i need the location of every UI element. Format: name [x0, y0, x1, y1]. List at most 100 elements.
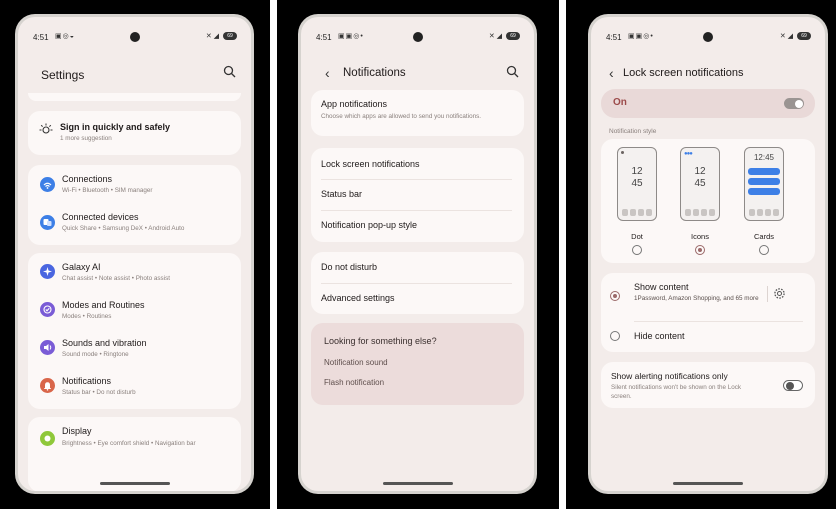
status-right-icons: ✕ ◢ 69	[206, 32, 237, 41]
back-icon[interactable]: ‹	[325, 65, 330, 81]
gear-icon[interactable]	[773, 287, 786, 300]
list-item-label: Status bar	[321, 189, 363, 199]
notification-sound-link[interactable]: Notification sound	[324, 358, 388, 367]
style-option-dot[interactable]: 12 45 Dot	[617, 147, 657, 260]
suggestion-card[interactable]: Sign in quickly and safely 1 more sugges…	[28, 111, 241, 155]
settings-item-notifications[interactable]: Notifications Status bar • Do not distur…	[28, 367, 241, 407]
master-toggle-row[interactable]: On	[601, 89, 815, 118]
master-toggle-label: On	[613, 97, 627, 108]
lock-screen-panel: 4:51 ▣▣◎• ✕ ◢ 69 ‹ Lock screen notificat…	[566, 0, 836, 509]
app-notifications-card[interactable]: App notifications Choose which apps are …	[311, 90, 524, 136]
settings-item-label: Sounds and vibration	[62, 338, 147, 348]
preview-clock: 12:45	[753, 153, 775, 162]
status-time: 4:51	[606, 33, 622, 42]
suggestion-sub: 1 more suggestion	[60, 135, 112, 142]
show-content-radio[interactable]	[610, 291, 620, 301]
show-content-row[interactable]: Show content 1Password, Amazon Shopping,…	[601, 273, 815, 321]
settings-item-connected-devices[interactable]: Connected devices Quick Share • Samsung …	[28, 203, 241, 243]
hide-content-row[interactable]: Hide content	[601, 321, 815, 352]
style-option-cards[interactable]: 12:45 Cards	[744, 147, 784, 260]
status-notification-icons: ▣▣◎•	[338, 33, 364, 40]
hide-content-label: Hide content	[634, 331, 685, 341]
popup-style-item[interactable]: Notification pop-up style	[311, 210, 524, 241]
wifi-icon	[40, 177, 55, 192]
battery-icon: 69	[223, 32, 237, 41]
settings-item-connections[interactable]: Connections Wi-Fi • Bluetooth • SIM mana…	[28, 165, 241, 203]
notification-settings-group: Lock screen notifications Status bar Not…	[311, 148, 524, 242]
alerting-label: Show alerting notifications only	[611, 371, 728, 381]
style-radio-cards[interactable]	[759, 245, 769, 255]
settings-header: Settings	[34, 65, 237, 85]
home-indicator[interactable]	[673, 482, 743, 485]
status-bar: 4:51 ▣▣◎• ✕ ◢ 69	[301, 31, 534, 45]
settings-item-label: Galaxy AI	[62, 262, 101, 272]
status-bar-item[interactable]: Status bar	[311, 179, 524, 210]
lock-screen-notifications-screen: 4:51 ▣▣◎• ✕ ◢ 69 ‹ Lock screen notificat…	[591, 17, 825, 491]
settings-item-label: Connections	[62, 174, 113, 184]
style-radio-icons[interactable]	[695, 245, 705, 255]
battery-icon: 69	[797, 32, 811, 41]
settings-item-sub: Brightness • Eye comfort shield • Naviga…	[62, 440, 196, 447]
status-right-icons: ✕ ◢ 69	[780, 32, 811, 41]
sparkle-icon	[40, 264, 55, 279]
alerting-toggle[interactable]	[783, 380, 803, 391]
settings-item-sub: Status bar • Do not disturb	[62, 389, 136, 396]
notification-style-card: 12 45 Dot ●●● 12 45 Icons 12:45 Cards	[601, 139, 815, 263]
advanced-settings-item[interactable]: Advanced settings	[311, 283, 524, 314]
settings-item-label: Modes and Routines	[62, 300, 145, 310]
status-notification-icons: ▣◎◒	[55, 33, 75, 40]
status-notification-icons: ▣▣◎•	[628, 33, 654, 40]
camera-cutout	[412, 32, 423, 42]
camera-cutout	[703, 32, 713, 42]
do-not-disturb-item[interactable]: Do not disturb	[311, 252, 524, 283]
settings-item-modes-routines[interactable]: Modes and Routines Modes • Routines	[28, 291, 241, 329]
status-right-icons: ✕ ◢ 69	[489, 32, 520, 41]
bell-icon	[40, 378, 55, 393]
settings-item-galaxy-ai[interactable]: Galaxy AI Chat assist • Note assist • Ph…	[28, 253, 241, 291]
battery-icon: 69	[506, 32, 520, 41]
page-title: Lock screen notifications	[623, 67, 744, 79]
search-icon[interactable]	[223, 65, 237, 79]
phone-frame: 4:51 ▣▣◎• ✕ ◢ 69 ‹ Lock screen notificat…	[588, 14, 828, 494]
style-option-label: Icons	[691, 232, 709, 241]
lock-screen-notifications-item[interactable]: Lock screen notifications	[311, 148, 524, 179]
style-option-icons[interactable]: ●●● 12 45 Icons	[680, 147, 720, 260]
lock-screen-header: ‹ Lock screen notifications	[607, 65, 811, 85]
search-icon[interactable]	[506, 65, 520, 79]
brightness-icon	[40, 431, 55, 446]
speaker-icon	[40, 340, 55, 355]
list-item-label: Notification pop-up style	[321, 220, 418, 230]
settings-item-label: Notifications	[62, 376, 112, 386]
status-time: 4:51	[33, 33, 49, 42]
list-item-label: Do not disturb	[321, 262, 378, 272]
list-item-label: Advanced settings	[321, 293, 395, 303]
alerting-only-card[interactable]: Show alerting notifications only Silent …	[601, 362, 815, 408]
dnd-group: Do not disturb Advanced settings	[311, 252, 524, 314]
lightbulb-icon	[39, 123, 53, 134]
settings-item-label: Display	[62, 426, 92, 436]
notifications-panel: 4:51 ▣▣◎• ✕ ◢ 69 ‹ Notifications App not…	[277, 0, 559, 509]
icons-style-preview: ●●● 12 45	[680, 147, 720, 221]
settings-item-sounds-vibration[interactable]: Sounds and vibration Sound mode • Ringto…	[28, 329, 241, 367]
features-group: Galaxy AI Chat assist • Note assist • Ph…	[28, 253, 241, 409]
home-indicator[interactable]	[99, 482, 170, 485]
show-content-label: Show content	[634, 282, 689, 292]
flash-notification-link[interactable]: Flash notification	[324, 378, 384, 387]
back-icon[interactable]: ‹	[609, 65, 614, 81]
camera-cutout	[129, 32, 140, 42]
style-radio-dot[interactable]	[632, 245, 642, 255]
settings-item-display[interactable]: Display Brightness • Eye comfort shield …	[28, 417, 241, 467]
notifications-screen: 4:51 ▣▣◎• ✕ ◢ 69 ‹ Notifications App not…	[301, 17, 534, 491]
show-content-sub: 1Password, Amazon Shopping, and 65 more	[634, 295, 759, 302]
dot-style-preview: 12 45	[617, 147, 657, 221]
settings-item-sub: Sound mode • Ringtone	[62, 351, 129, 358]
master-toggle[interactable]	[784, 98, 804, 109]
status-bar: 4:51 ▣◎◒ ✕ ◢ 69	[18, 31, 251, 45]
settings-item-sub: Quick Share • Samsung DeX • Android Auto	[62, 225, 185, 232]
hide-content-radio[interactable]	[610, 331, 620, 341]
alerting-sub: Silent notifications won't be shown on t…	[611, 384, 742, 400]
check-circle-icon	[40, 302, 55, 317]
phone-frame: 4:51 ▣▣◎• ✕ ◢ 69 ‹ Notifications App not…	[298, 14, 537, 494]
home-indicator[interactable]	[382, 482, 453, 485]
preview-clock: 12 45	[694, 166, 706, 189]
